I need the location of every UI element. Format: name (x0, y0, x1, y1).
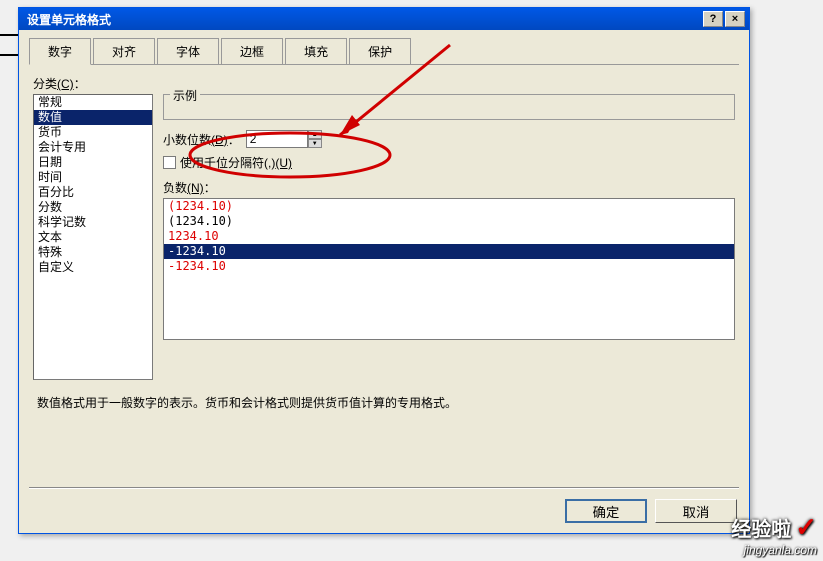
negative-item[interactable]: (1234.10) (164, 199, 734, 214)
tab-fill[interactable]: 填充 (285, 38, 347, 64)
thousands-separator-checkbox[interactable] (163, 156, 176, 169)
category-item-fraction[interactable]: 分数 (34, 200, 152, 215)
tab-border[interactable]: 边框 (221, 38, 283, 64)
category-item-general[interactable]: 常规 (34, 95, 152, 110)
negative-item[interactable]: (1234.10) (164, 214, 734, 229)
category-item-custom[interactable]: 自定义 (34, 260, 152, 275)
checkmark-icon: ✓ (795, 512, 817, 543)
sample-groupbox: 示例 (163, 94, 735, 120)
decimal-places-label: 小数位数(D)： (163, 131, 240, 148)
category-item-scientific[interactable]: 科学记数 (34, 215, 152, 230)
dialog-title: 设置单元格格式 (23, 11, 701, 28)
negative-item[interactable]: -1234.10 (164, 244, 734, 259)
negative-item[interactable]: 1234.10 (164, 229, 734, 244)
tab-protection[interactable]: 保护 (349, 38, 411, 64)
thousands-separator-label: 使用千位分隔符(,)(U) (180, 154, 292, 171)
help-button[interactable]: ? (703, 11, 723, 27)
negative-item[interactable]: -1234.10 (164, 259, 734, 274)
category-item-percentage[interactable]: 百分比 (34, 185, 152, 200)
tab-font[interactable]: 字体 (157, 38, 219, 64)
negative-numbers-label: 负数(N)： (163, 179, 735, 196)
category-listbox[interactable]: 常规 数值 货币 会计专用 日期 时间 百分比 分数 科学记数 文本 特殊 自定… (33, 94, 153, 380)
ok-button[interactable]: 确定 (565, 499, 647, 523)
background-cell-fragment (0, 34, 20, 56)
tab-number[interactable]: 数字 (29, 38, 91, 65)
format-description: 数值格式用于一般数字的表示。货币和会计格式则提供货币值计算的专用格式。 (33, 394, 735, 411)
category-item-currency[interactable]: 货币 (34, 125, 152, 140)
sample-label: 示例 (170, 87, 200, 104)
category-item-time[interactable]: 时间 (34, 170, 152, 185)
spinner-up-icon[interactable]: ▲ (308, 130, 322, 139)
titlebar[interactable]: 设置单元格格式 ? × (19, 8, 749, 30)
category-label: 分类(C)： (33, 75, 735, 92)
category-item-text[interactable]: 文本 (34, 230, 152, 245)
negative-numbers-listbox[interactable]: (1234.10) (1234.10) 1234.10 -1234.10 -12… (163, 198, 735, 340)
watermark-url: jingyanla.com (731, 543, 817, 557)
cancel-button[interactable]: 取消 (655, 499, 737, 523)
tab-bar: 数字 对齐 字体 边框 填充 保护 (29, 38, 739, 65)
spinner-down-icon[interactable]: ▼ (308, 139, 322, 148)
category-item-number[interactable]: 数值 (34, 110, 152, 125)
category-item-special[interactable]: 特殊 (34, 245, 152, 260)
format-cells-dialog: 设置单元格格式 ? × 数字 对齐 字体 边框 填充 保护 分类(C)： 常规 … (18, 7, 750, 534)
tab-alignment[interactable]: 对齐 (93, 38, 155, 64)
close-button[interactable]: × (725, 11, 745, 27)
category-item-date[interactable]: 日期 (34, 155, 152, 170)
decimal-places-spinner[interactable]: ▲ ▼ (246, 130, 322, 148)
category-item-accounting[interactable]: 会计专用 (34, 140, 152, 155)
decimal-places-input[interactable] (246, 130, 308, 148)
footer-separator (29, 487, 739, 489)
